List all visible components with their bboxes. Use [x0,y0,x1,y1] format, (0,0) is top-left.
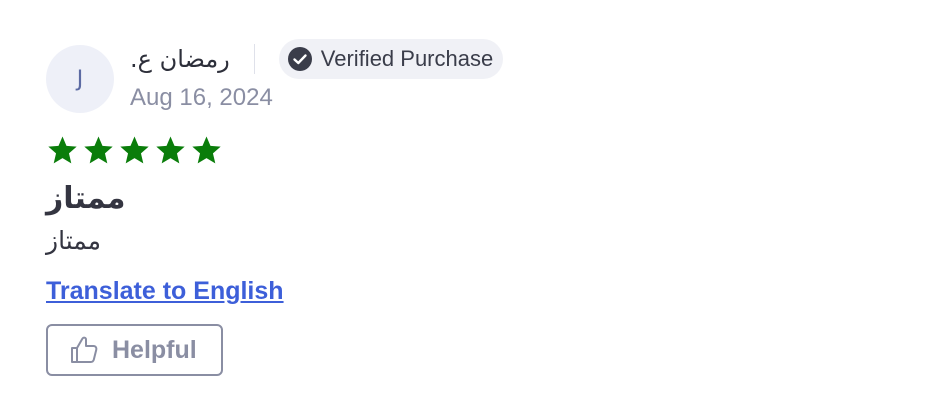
review-date: Aug 16, 2024 [130,84,273,111]
star-icon [120,135,149,163]
review-title: ممتاز [46,181,126,216]
helpful-button[interactable]: Helpful [46,324,223,376]
avatar: J [46,45,114,113]
review-card: J رمضان ع. Verified Purchase Aug 16, 202… [46,38,896,376]
avatar-initial: J [76,66,84,92]
review-header: J رمضان ع. Verified Purchase Aug 16, 202… [46,38,896,113]
thumbs-up-icon [71,336,98,363]
reviewer-name: رمضان ع. [130,45,230,73]
star-icon [192,135,221,163]
review-body: ممتاز [46,226,102,255]
check-circle-icon [287,47,312,71]
verified-purchase-badge: Verified Purchase [278,39,504,79]
reviewer-meta: رمضان ع. Verified Purchase Aug 16, 2024 [130,38,504,112]
divider [253,44,255,74]
name-row: رمضان ع. Verified Purchase [130,38,504,80]
verified-purchase-label: Verified Purchase [320,46,494,71]
star-icon [84,135,113,163]
helpful-label: Helpful [112,335,197,364]
star-icon [48,135,77,163]
star-icon [156,135,185,163]
star-rating [46,133,896,167]
translate-link[interactable]: Translate to English [46,277,284,306]
